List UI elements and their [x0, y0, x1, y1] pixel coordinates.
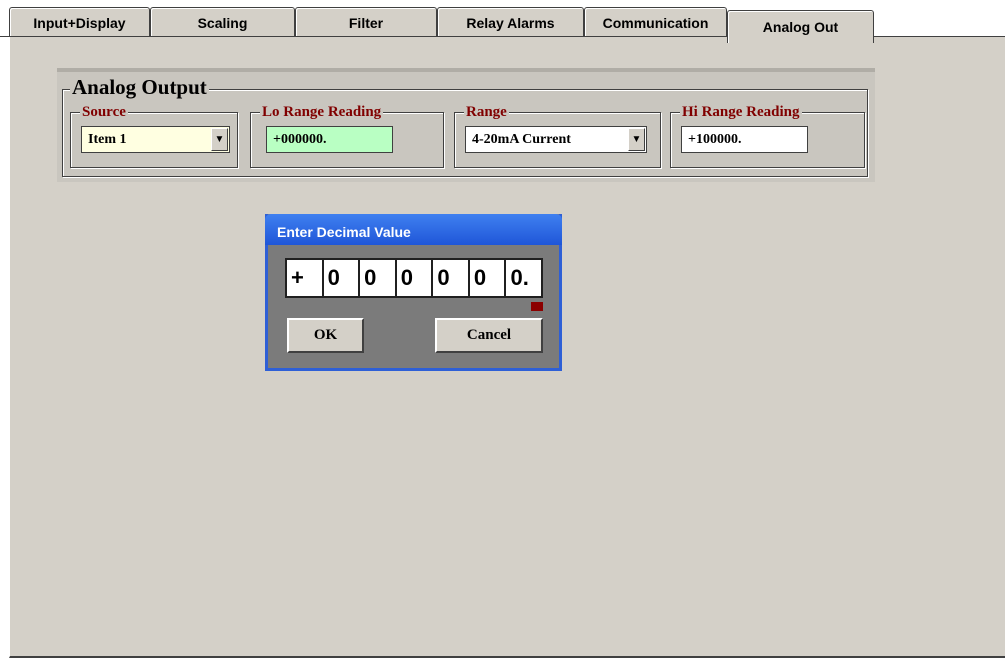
range-section: Range 4-20mA Current ▼ [454, 103, 661, 168]
dialog-title: Enter Decimal Value [265, 214, 562, 245]
digit-2[interactable]: 0 [360, 260, 397, 296]
tab-communication[interactable]: Communication [584, 7, 727, 37]
lo-range-field[interactable]: +000000. [266, 126, 393, 153]
hi-range-label: Hi Range Reading [680, 103, 802, 121]
source-section: Source Item 1 ▼ [70, 103, 238, 168]
source-value: Item 1 [88, 131, 127, 147]
hi-range-field[interactable]: +100000. [681, 126, 808, 153]
range-label: Range [464, 103, 509, 121]
enter-decimal-dialog: Enter Decimal Value + 0 0 0 0 0 0. OK Ca… [265, 214, 562, 371]
digit-cursor [531, 302, 543, 311]
chevron-down-icon: ▼ [214, 134, 225, 145]
digit-5[interactable]: 0 [470, 260, 507, 296]
cancel-button[interactable]: Cancel [435, 318, 543, 353]
digit-sign[interactable]: + [287, 260, 324, 296]
group-title: Analog Output [70, 74, 209, 100]
digit-1[interactable]: 0 [324, 260, 361, 296]
digit-3[interactable]: 0 [397, 260, 434, 296]
range-value: 4-20mA Current [472, 131, 571, 147]
hi-range-section: Hi Range Reading +100000. [670, 103, 865, 168]
tab-scaling[interactable]: Scaling [150, 7, 295, 37]
tab-filter[interactable]: Filter [295, 7, 437, 37]
digit-6[interactable]: 0. [506, 260, 541, 296]
digit-4[interactable]: 0 [433, 260, 470, 296]
analog-out-panel: Analog Output Source Item 1 ▼ Lo Range R… [9, 37, 1005, 658]
tab-input-display[interactable]: Input+Display [9, 7, 150, 37]
tab-bar: Input+Display Scaling Filter Relay Alarm… [0, 0, 1005, 43]
ok-button[interactable]: OK [287, 318, 364, 353]
source-dropdown-button[interactable]: ▼ [211, 128, 228, 151]
digit-entry: + 0 0 0 0 0 0. [285, 258, 543, 298]
lo-range-section: Lo Range Reading +000000. [250, 103, 444, 168]
lo-range-label: Lo Range Reading [260, 103, 384, 121]
analog-output-group: Analog Output Source Item 1 ▼ Lo Range R… [57, 68, 875, 182]
tab-relay-alarms[interactable]: Relay Alarms [437, 7, 584, 37]
range-dropdown-button[interactable]: ▼ [628, 128, 645, 151]
source-select[interactable]: Item 1 ▼ [81, 126, 230, 153]
chevron-down-icon: ▼ [631, 134, 642, 145]
source-label: Source [80, 103, 128, 121]
range-select[interactable]: 4-20mA Current ▼ [465, 126, 647, 153]
tab-analog-out[interactable]: Analog Out [727, 10, 874, 43]
